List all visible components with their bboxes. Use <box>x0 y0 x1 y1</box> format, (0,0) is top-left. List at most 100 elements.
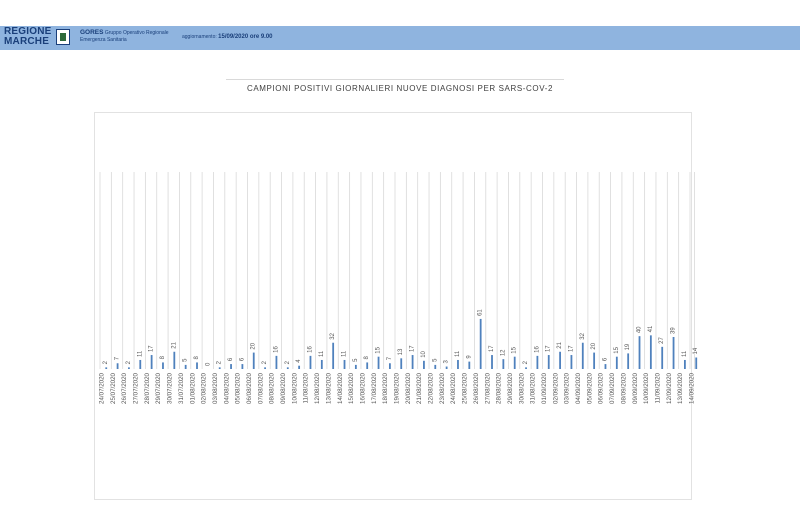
bar <box>434 364 437 369</box>
x-tick-label: 27/07/2020 <box>133 372 140 404</box>
bar <box>196 362 198 369</box>
bar <box>150 355 153 369</box>
bar <box>559 351 561 369</box>
bar <box>411 355 414 369</box>
x-tick-label: 30/07/2020 <box>167 372 174 404</box>
bar <box>354 364 357 369</box>
data-label: 10 <box>421 350 427 357</box>
bar <box>230 364 232 369</box>
bar <box>116 363 119 369</box>
bar <box>309 355 312 369</box>
data-label: 8 <box>364 355 370 359</box>
bar <box>479 318 482 369</box>
data-label: 16 <box>307 346 313 353</box>
bar <box>627 353 630 369</box>
data-label: 5 <box>353 358 359 362</box>
data-label: 21 <box>557 341 563 348</box>
data-label: 2 <box>285 360 291 364</box>
bar <box>593 352 596 369</box>
bar <box>457 359 459 369</box>
x-tick-label: 03/08/2020 <box>212 372 219 404</box>
bar <box>400 358 403 369</box>
x-tick-label: 06/09/2020 <box>598 372 605 404</box>
x-tick-label: 14/08/2020 <box>337 372 344 404</box>
data-label: 11 <box>137 350 143 357</box>
bar <box>536 355 539 369</box>
data-label: 15 <box>376 346 382 353</box>
data-label: 6 <box>239 357 245 361</box>
data-label: 11 <box>342 350 348 357</box>
x-tick-label: 28/07/2020 <box>144 372 151 404</box>
bar <box>377 356 380 369</box>
bar <box>184 364 187 369</box>
bar <box>683 359 686 369</box>
bar <box>525 367 527 369</box>
x-tick-label: 31/08/2020 <box>530 372 537 404</box>
x-tick-label: 08/08/2020 <box>269 372 276 404</box>
x-tick-label: 30/08/2020 <box>518 372 525 404</box>
bar <box>218 367 221 369</box>
data-label: 6 <box>602 357 608 361</box>
bar <box>241 364 244 369</box>
x-tick-label: 26/08/2020 <box>473 372 480 404</box>
data-label: 15 <box>512 346 518 353</box>
data-label: 13 <box>398 348 404 355</box>
data-label: 40 <box>637 326 643 333</box>
data-label: 17 <box>568 345 574 352</box>
data-label: 5 <box>432 358 438 362</box>
x-tick-label: 10/08/2020 <box>291 372 298 404</box>
x-tick-label: 25/08/2020 <box>462 372 469 404</box>
data-label: 2 <box>523 360 529 364</box>
x-tick-label: 02/09/2020 <box>552 372 559 404</box>
data-label: 20 <box>251 342 257 349</box>
x-tick-label: 07/08/2020 <box>257 372 264 404</box>
x-tick-label: 09/09/2020 <box>632 372 639 404</box>
x-tick-label: 01/08/2020 <box>189 372 196 404</box>
x-tick-label: 25/07/2020 <box>110 372 117 404</box>
x-tick-label: 31/07/2020 <box>178 372 185 404</box>
x-tick-label: 05/08/2020 <box>235 372 242 404</box>
bar <box>547 355 550 369</box>
data-label: 12 <box>500 349 506 356</box>
x-tick-label: 23/08/2020 <box>439 372 446 404</box>
data-label: 7 <box>387 356 393 360</box>
data-label: 3 <box>444 360 450 364</box>
data-label: 7 <box>115 356 121 360</box>
x-tick-label: 16/08/2020 <box>359 372 366 404</box>
data-label: 14 <box>693 347 699 354</box>
bar <box>672 336 675 369</box>
x-tick-label: 21/08/2020 <box>416 372 423 404</box>
bar <box>332 342 335 369</box>
x-tick-label: 20/08/2020 <box>405 372 412 404</box>
x-tick-label: 13/09/2020 <box>677 372 684 404</box>
x-tick-label: 04/08/2020 <box>223 372 230 404</box>
x-tick-label: 07/09/2020 <box>609 372 616 404</box>
x-tick-label: 26/07/2020 <box>121 372 128 404</box>
x-tick-label: 08/09/2020 <box>620 372 627 404</box>
data-label: 21 <box>171 341 177 348</box>
bar <box>423 360 425 369</box>
bar <box>661 346 664 369</box>
data-label: 9 <box>466 355 472 359</box>
data-label: 32 <box>330 332 336 339</box>
bar <box>105 367 108 369</box>
bar <box>638 336 641 369</box>
data-label: 11 <box>319 350 325 357</box>
bar <box>264 367 266 369</box>
data-label: 17 <box>149 345 155 352</box>
data-label: 17 <box>410 345 416 352</box>
bar-chart: 2 24/07/2020 7 25/07/2020 2 26/07/2020 11 27/07… <box>99 172 699 404</box>
x-tick-label: 09/08/2020 <box>280 372 287 404</box>
bar <box>128 367 130 369</box>
x-tick-label: 11/09/2020 <box>654 372 661 403</box>
data-label: 19 <box>625 343 631 350</box>
bar <box>695 357 698 369</box>
x-tick-label: 29/07/2020 <box>155 372 162 404</box>
data-label: 4 <box>296 359 302 363</box>
x-tick-label: 10/09/2020 <box>643 372 650 404</box>
data-label: 17 <box>489 345 495 352</box>
x-tick-label: 01/09/2020 <box>541 372 548 404</box>
data-label: 16 <box>534 346 540 353</box>
data-label: 61 <box>478 309 484 316</box>
bar <box>286 367 289 369</box>
